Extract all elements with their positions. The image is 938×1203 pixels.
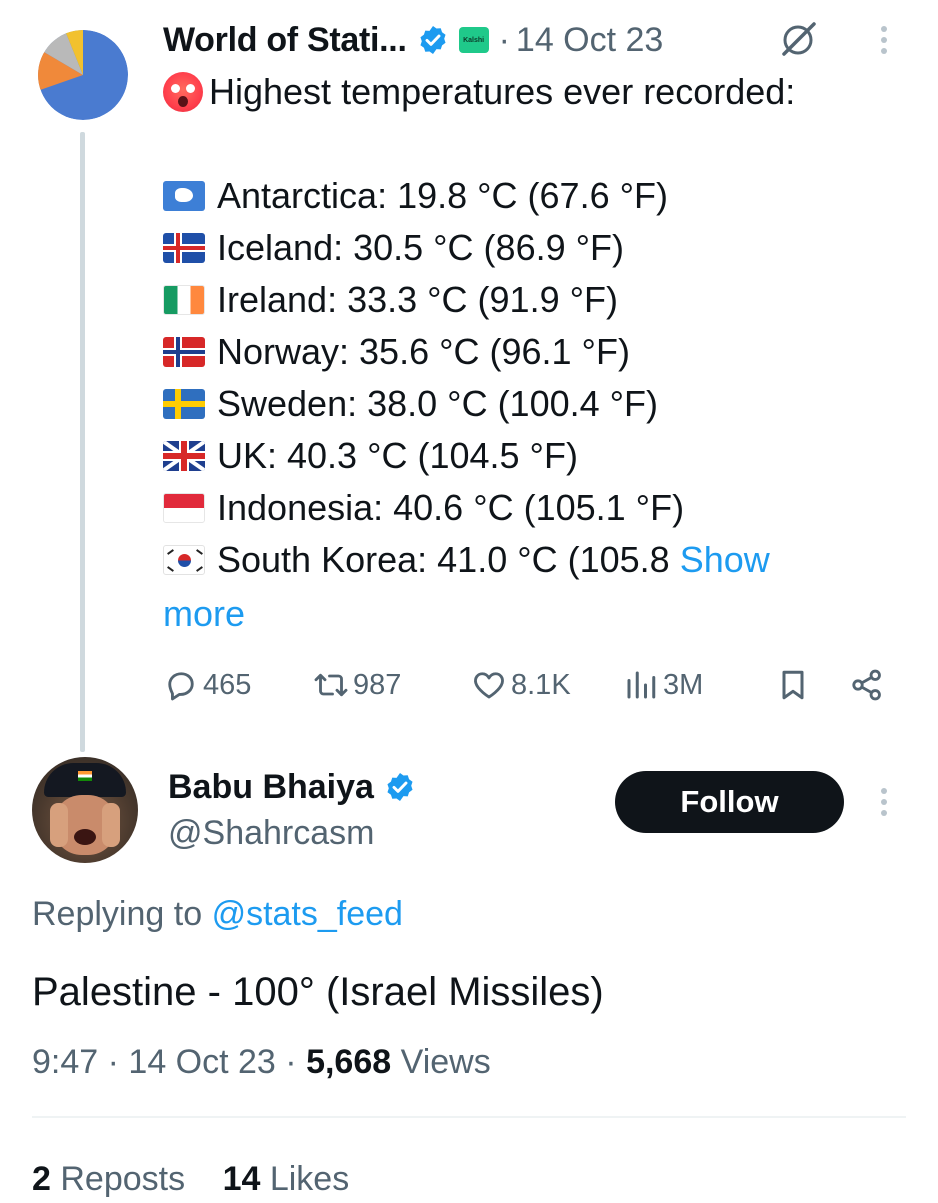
likes-count: 14	[222, 1160, 261, 1198]
list-item: Antarctica: 19.8 °C (67.6 °F)	[163, 170, 770, 222]
list-item: Norway: 35.6 °C (96.1 °F)	[163, 326, 770, 378]
thread-connector-line	[80, 132, 85, 752]
reply-author-name[interactable]: Babu Bhaiya	[168, 768, 374, 807]
tweet-action-bar: 465 987 8.1K 3M	[163, 660, 898, 710]
more-options-icon[interactable]	[876, 22, 892, 62]
record-text: Ireland: 33.3 °C (91.9 °F)	[217, 279, 618, 320]
avatar-hand-right	[102, 803, 120, 847]
author-name[interactable]: World of Stati...	[163, 21, 407, 60]
record-text: Norway: 35.6 °C (96.1 °F)	[217, 331, 630, 372]
separator-dot: ·	[498, 20, 510, 59]
likes-stat[interactable]: 14 Likes	[223, 1160, 350, 1198]
reply-text: Palestine - 100° (Israel Missiles)	[32, 970, 604, 1014]
record-text: Antarctica: 19.8 °C (67.6 °F)	[217, 175, 668, 216]
repost-icon	[314, 673, 348, 697]
reposts-count: 2	[32, 1160, 51, 1198]
like-button[interactable]: 8.1K	[471, 660, 571, 710]
tweet-title-text: Highest temperatures ever recorded:	[209, 71, 796, 112]
grok-icon[interactable]	[778, 20, 818, 60]
list-item: Ireland: 33.3 °C (91.9 °F)	[163, 274, 770, 326]
separator-dot: ·	[107, 1043, 119, 1081]
reply-author-handle[interactable]: @Shahrcasm	[168, 810, 374, 856]
tweet-header: World of Stati... Kalshi · 14 Oct 23	[163, 16, 663, 64]
list-item: Sweden: 38.0 °C (100.4 °F)	[163, 378, 770, 430]
views-button[interactable]: 3M	[623, 660, 703, 710]
list-item: Indonesia: 40.6 °C (105.1 °F)	[163, 482, 770, 534]
replying-prefix: Replying to	[32, 895, 203, 933]
author-avatar-pie-chart[interactable]	[38, 30, 128, 120]
like-count: 8.1K	[511, 668, 571, 701]
list-item: Iceland: 30.5 °C (86.9 °F)	[163, 222, 770, 274]
tweet-title: Highest temperatures ever recorded:	[163, 66, 795, 118]
reply-icon	[168, 672, 194, 701]
show-more-link-continued[interactable]: more	[163, 588, 245, 640]
reply-metadata: 9:47 · 14 Oct 23 · 5,668 Views	[32, 1038, 491, 1086]
repost-button[interactable]: 987	[313, 660, 401, 710]
verified-badge-icon[interactable]	[384, 771, 416, 803]
follow-button[interactable]: Follow	[615, 771, 844, 833]
record-text: UK: 40.3 °C (104.5 °F)	[217, 435, 578, 476]
record-text: South Korea: 41.0 °C (105.8	[217, 539, 670, 580]
uk-flag-icon	[163, 441, 205, 471]
avatar-hand-left	[50, 803, 68, 847]
reposts-label: Reposts	[60, 1160, 186, 1198]
reply-button[interactable]: 465	[163, 660, 251, 710]
reply-author-name-row: Babu Bhaiya	[168, 762, 416, 812]
list-item: South Korea: 41.0 °C (105.8 Show	[163, 534, 770, 586]
antarctica-flag-icon	[163, 181, 205, 211]
likes-label: Likes	[269, 1160, 350, 1198]
record-text: Indonesia: 40.6 °C (105.1 °F)	[217, 487, 685, 528]
indonesia-flag-icon	[163, 493, 205, 523]
share-button[interactable]	[849, 660, 889, 710]
verified-badge-icon[interactable]	[417, 24, 449, 56]
record-text: Iceland: 30.5 °C (86.9 °F)	[217, 227, 624, 268]
separator-dot: ·	[285, 1043, 297, 1081]
divider	[32, 1116, 906, 1118]
affiliate-badge-kalshi[interactable]: Kalshi	[458, 27, 489, 53]
reply-author-avatar[interactable]	[32, 757, 138, 863]
show-more-link[interactable]: Show	[680, 534, 770, 586]
reply-count: 465	[203, 668, 252, 701]
sweden-flag-icon	[163, 389, 205, 419]
replying-to-line: Replying to @stats_feed	[32, 891, 403, 937]
record-text: Sweden: 38.0 °C (100.4 °F)	[217, 383, 659, 424]
reply-engagement-stats: 2 Reposts 14 Likes	[32, 1155, 349, 1203]
list-item: UK: 40.3 °C (104.5 °F)	[163, 430, 770, 482]
avatar-cap	[44, 763, 126, 797]
tweet-date[interactable]: 14 Oct 23	[516, 21, 663, 60]
replying-to-mention-link[interactable]: @stats_feed	[212, 895, 403, 933]
bookmark-icon	[782, 670, 804, 700]
more-options-icon[interactable]	[876, 784, 892, 824]
ireland-flag-icon	[163, 285, 205, 315]
temperature-records-list: Antarctica: 19.8 °C (67.6 °F) Iceland: 3…	[163, 170, 770, 586]
bookmark-button[interactable]	[775, 660, 815, 710]
hot-face-emoji-icon	[163, 72, 203, 112]
reposts-stat[interactable]: 2 Reposts	[32, 1160, 195, 1198]
south-korea-flag-icon	[163, 545, 205, 575]
avatar-mouth	[74, 829, 96, 845]
pie-chart-icon	[38, 30, 128, 120]
norway-flag-icon	[163, 337, 205, 367]
reply-date[interactable]: 14 Oct 23	[128, 1043, 275, 1081]
reply-time[interactable]: 9:47	[32, 1043, 98, 1081]
share-icon	[852, 669, 881, 701]
heart-icon	[474, 672, 504, 699]
repost-count: 987	[353, 668, 402, 701]
reply-views-count: 5,668	[306, 1043, 392, 1081]
reply-views-label: Views	[400, 1043, 491, 1081]
iceland-flag-icon	[163, 233, 205, 263]
views-chart-icon	[627, 671, 656, 699]
views-count: 3M	[663, 668, 704, 701]
